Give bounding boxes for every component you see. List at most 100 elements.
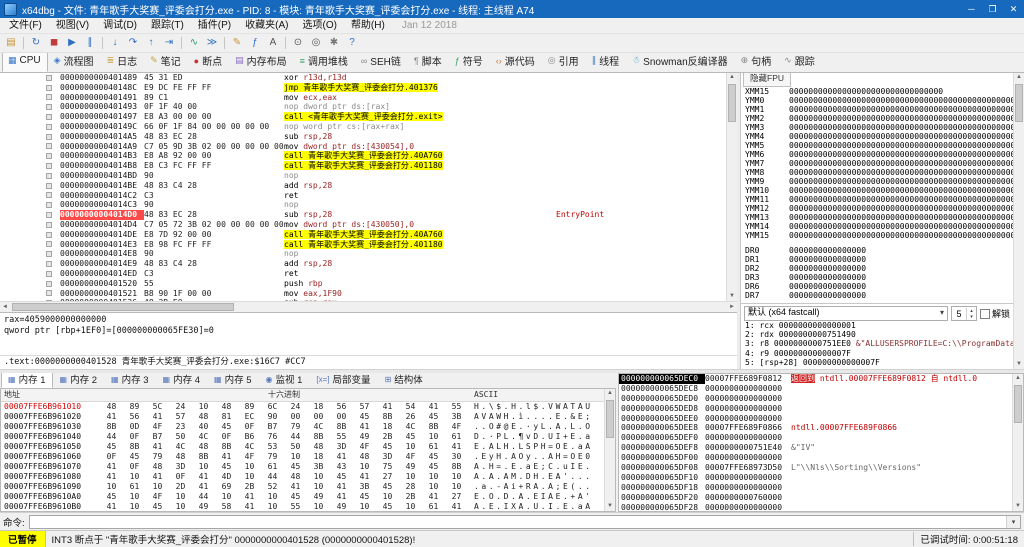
disasm-row[interactable]: 00000000004014E3 E8 98 FC FF FF call 青年歌手大… — [0, 239, 726, 250]
calling-convention-select[interactable]: 默认 (x64 fastcall) — [744, 306, 948, 321]
fpu-toggle-button[interactable]: 隐藏FPU — [743, 73, 792, 87]
register-row[interactable]: XMM15 00000000000000000000000000000000 — [741, 87, 1013, 96]
disasm-row[interactable]: 00000000004014ED C3 ret — [0, 269, 726, 279]
disasm-gutter[interactable] — [0, 73, 60, 83]
tab-memory-5[interactable]: ▦ 内存 5 — [207, 373, 259, 388]
register-row[interactable]: DR6 0000000000000000 — [741, 282, 1013, 291]
stack-row[interactable]: 000000000065DF20 0000000000760000 — [619, 493, 1012, 503]
dump-row[interactable]: 00007FFE6B961060 0F 45 79 48 8B 41 4F 79 10 18 41 48… — [1, 452, 604, 462]
disasm-row[interactable]: 00000000004014E8 90 nop — [0, 249, 726, 259]
menu-item[interactable]: 帮助(H) — [344, 18, 392, 33]
menu-item[interactable]: 调试(D) — [96, 18, 144, 33]
register-row[interactable]: YMM10 00000000000000000000000000000000000… — [741, 186, 1013, 195]
titlebar[interactable]: x64dbg - 文件: 青年歌手大奖赛_评委会打分.exe - PID: 8 … — [0, 0, 1024, 18]
tab-locals[interactable]: [x=] 局部变量 — [309, 373, 377, 388]
tab-handles[interactable]: ⊕ 句柄 — [735, 53, 779, 72]
menu-item[interactable]: 选项(O) — [295, 18, 343, 33]
disasm-row[interactable]: 000000000040148C E9 DC FE FF FF jmp 青年歌手大奖… — [0, 82, 726, 93]
register-row[interactable]: DR1 0000000000000000 — [741, 255, 1013, 264]
dump-row[interactable]: 00007FFE6B9610B0 41 10 45 10 49 58 41 10 55 10 49 10… — [1, 502, 604, 511]
disasm-gutter[interactable] — [0, 151, 60, 161]
disasm-gutter[interactable] — [0, 102, 60, 112]
tab-memory-4[interactable]: ▦ 内存 4 — [156, 373, 208, 388]
unlock-checkbox[interactable]: 解锁 — [979, 307, 1010, 320]
step-over-icon[interactable]: ↷ — [124, 35, 142, 51]
tab-threads[interactable]: ∥ 线程 — [586, 53, 627, 72]
pause-icon[interactable]: ∥ — [81, 35, 99, 51]
disasm-row[interactable]: 00000000004014D0 48 83 EC 28 sub rsp,28 Ent… — [0, 210, 726, 220]
minimize-button[interactable]: ─ — [961, 0, 982, 18]
scrollbar-thumb[interactable] — [606, 400, 614, 438]
dump-row[interactable]: 00007FFE6B961070 41 0F 48 3D 10 45 10 61 45 3B 43 10… — [1, 462, 604, 472]
disasm-gutter[interactable] — [0, 289, 60, 299]
stop-icon[interactable]: ◼ — [45, 35, 63, 51]
stack-row[interactable]: 000000000065DEF8 0000000000751E40 &"IV" — [619, 443, 1012, 453]
execute-till-return-icon[interactable]: ↑ — [142, 35, 160, 51]
register-row[interactable]: YMM8 000000000000000000000000000000000000… — [741, 168, 1013, 177]
disasm-row[interactable]: 00000000004014A9 C7 05 9D 3B 02 00 00 00 … — [0, 142, 726, 152]
help-icon[interactable]: ? — [343, 35, 361, 51]
disasm-gutter[interactable] — [0, 249, 60, 259]
dump-row[interactable]: 00007FFE6B961090 10 61 10 2D 41 69 2B 52 41 10 41 3B… — [1, 482, 604, 492]
search-icon[interactable]: ⊙ — [289, 35, 307, 51]
disasm-row[interactable]: 00000000004014C2 C3 ret — [0, 191, 726, 201]
tab-log[interactable]: ≣ 日志 — [101, 53, 145, 72]
step-into-icon[interactable]: ↓ — [106, 35, 124, 51]
tab-references[interactable]: ◎ 引用 — [542, 53, 586, 72]
argument-row[interactable]: 5: [rsp+28] 000000000000007F — [741, 358, 1013, 367]
tab-cpu[interactable]: ▦ CPU — [2, 53, 48, 72]
disasm-gutter[interactable] — [0, 112, 60, 122]
notes-icon[interactable]: ✎ — [228, 35, 246, 51]
disasm-row[interactable]: 00000000004014D4 C7 05 72 3B 02 00 00 00 … — [0, 220, 726, 230]
disasm-row[interactable]: 00000000004014B8 E8 C3 FC FF FF call 青年歌手大… — [0, 161, 726, 171]
registers-vscrollbar[interactable] — [1013, 73, 1024, 369]
disasm-row[interactable]: 00000000004014B3 E8 A8 92 00 00 call 青年歌手大… — [0, 151, 726, 161]
disasm-gutter[interactable] — [0, 220, 60, 230]
trace-into-icon[interactable]: ∿ — [185, 35, 203, 51]
disasm-gutter[interactable] — [0, 279, 60, 289]
disasm-row[interactable]: 0000000000401489 45 31 ED xor r13d,r13d — [0, 73, 726, 83]
disasm-gutter[interactable] — [0, 181, 60, 191]
disasm-gutter[interactable] — [0, 83, 60, 93]
menu-item[interactable]: 插件(P) — [191, 18, 238, 33]
disasm-row[interactable]: 00000000004014A5 48 83 EC 28 sub rsp,28 — [0, 132, 726, 142]
arg-count-spinner[interactable]: 5 — [950, 306, 977, 321]
disassembly-vscrollbar[interactable] — [726, 73, 737, 301]
register-row[interactable]: DR2 0000000000000000 — [741, 264, 1013, 273]
disasm-row[interactable]: 00000000004014E9 48 83 C4 28 add rsp,28 — [0, 259, 726, 269]
disassembly-hscrollbar[interactable] — [0, 301, 737, 312]
register-row[interactable]: DR0 0000000000000000 — [741, 246, 1013, 255]
stack-row[interactable]: 000000000065DF00 0000000000000000 — [619, 453, 1012, 463]
tab-seh[interactable]: ∞ SEH链 — [355, 53, 408, 72]
dump-row[interactable]: 00007FFE6B961080 41 10 41 0F 41 4D 10 44 48 10 45 41… — [1, 472, 604, 482]
disasm-gutter[interactable] — [0, 161, 60, 171]
dump-row[interactable]: 00007FFE6B961040 44 0F B7 50 4C 0F B6 76 44 8B 55 49… — [1, 432, 604, 442]
tab-memory-1[interactable]: ▦ 内存 1 — [1, 373, 53, 388]
disasm-row[interactable]: 00000000004014BD 90 nop — [0, 171, 726, 181]
argument-row[interactable]: 1: rcx 0000000000000001 — [741, 321, 1013, 330]
disasm-gutter[interactable] — [0, 191, 60, 201]
memory-dump-view[interactable]: 地址 十六进制 ASCII 00007FFE6B961010 48 89 5C 24 10… — [0, 388, 616, 512]
command-dropdown-button[interactable] — [1006, 515, 1020, 528]
tab-symbols[interactable]: ƒ 符号 — [449, 53, 490, 72]
stack-row[interactable]: 000000000065DED0 0000000000000000 — [619, 394, 1012, 404]
disasm-gutter[interactable] — [0, 269, 60, 279]
tab-memory-map[interactable]: ▤ 内存布局 — [229, 53, 294, 72]
disasm-row[interactable]: 0000000000401521 B8 90 1F 00 00 mov eax,1F… — [0, 289, 726, 299]
references-icon[interactable]: ◎ — [307, 35, 325, 51]
scrollbar-thumb[interactable] — [12, 303, 234, 311]
tab-memory-3[interactable]: ▦ 内存 3 — [104, 373, 156, 388]
register-row[interactable]: DR3 0000000000000000 — [741, 273, 1013, 282]
register-row[interactable]: YMM15 00000000000000000000000000000000000… — [741, 231, 1013, 240]
stack-row[interactable]: 000000000065DEE8 00007FFE689F0866 ntdll.00… — [619, 423, 1012, 433]
register-row[interactable]: YMM12 00000000000000000000000000000000000… — [741, 204, 1013, 213]
disasm-row[interactable]: 00000000004014C3 90 nop — [0, 200, 726, 210]
disasm-row[interactable]: 000000000040149C 66 0F 1F 84 00 00 00 00 … — [0, 122, 726, 132]
argument-row[interactable]: 3: r8 0000000000751EE0 &"ALLUSERSPROFILE… — [741, 339, 1013, 348]
tab-snowman[interactable]: ☃ Snowman反编译器 — [626, 53, 735, 72]
fx-icon[interactable]: ƒ — [246, 35, 264, 51]
stack-row[interactable]: 000000000065DEC8 0000000000000000 — [619, 384, 1012, 394]
register-row[interactable]: YMM2 000000000000000000000000000000000000… — [741, 114, 1013, 123]
dump-row[interactable]: 00007FFE6B961030 8B 0D 4F 23 40 45 0F B7 79 4C 8B 41… — [1, 422, 604, 432]
tab-struct[interactable]: ⊞ 结构体 — [378, 373, 430, 388]
